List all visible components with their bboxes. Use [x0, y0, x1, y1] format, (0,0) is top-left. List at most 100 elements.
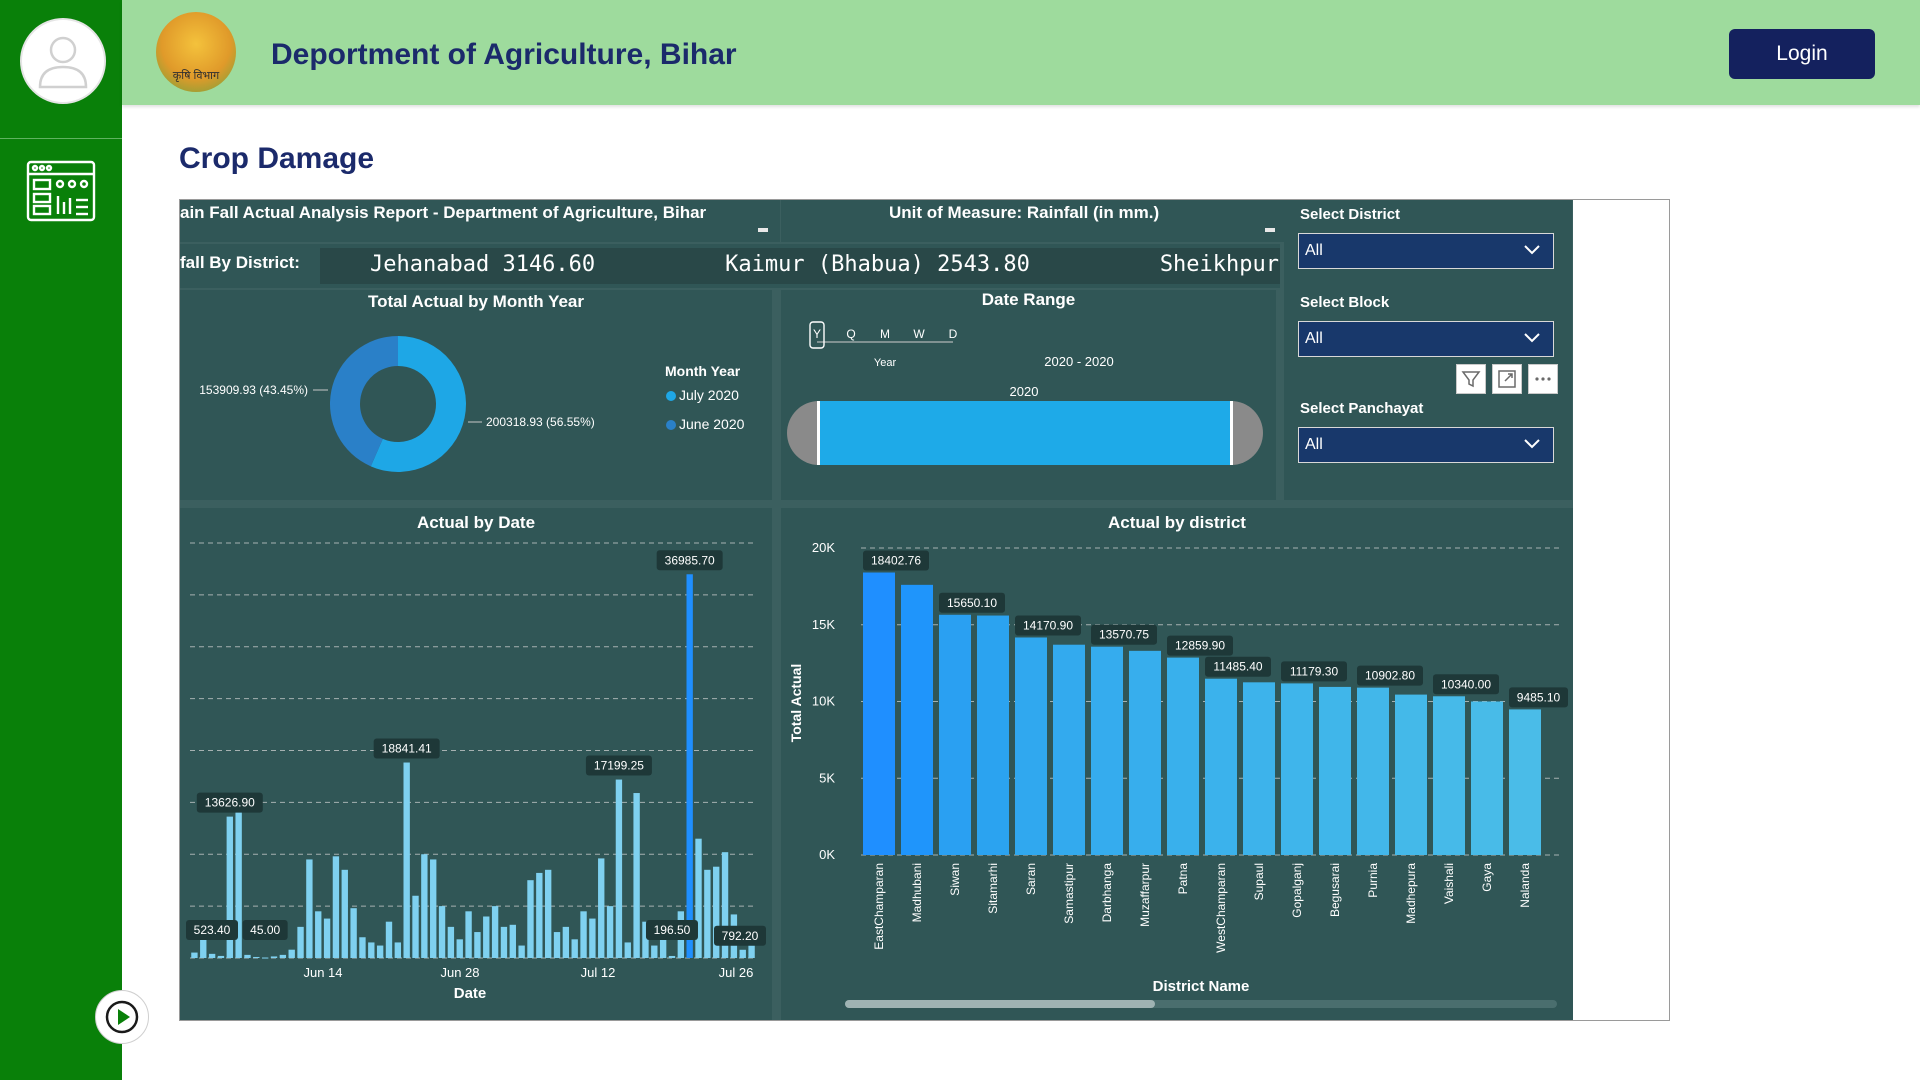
date-bar[interactable] — [695, 838, 702, 958]
district-bar[interactable] — [1053, 644, 1085, 855]
data-label: 12859.90 — [1175, 639, 1225, 653]
date-bar[interactable] — [562, 926, 570, 958]
district-bar[interactable] — [901, 584, 933, 855]
date-bar[interactable] — [244, 954, 251, 958]
granularity-option[interactable]: D — [949, 327, 958, 341]
date-bar[interactable] — [253, 956, 260, 958]
range-fill[interactable] — [819, 401, 1231, 465]
date-bar[interactable] — [368, 942, 375, 958]
district-select[interactable]: All — [1298, 233, 1554, 269]
date-bar[interactable] — [651, 945, 658, 958]
granularity-option[interactable]: Y — [813, 327, 821, 341]
legend-item[interactable]: June 2020 — [679, 416, 745, 432]
date-bar[interactable] — [465, 911, 472, 958]
date-bar[interactable] — [191, 952, 198, 958]
date-bar[interactable] — [279, 954, 287, 958]
granularity-option[interactable]: M — [880, 327, 890, 341]
legend-item[interactable]: July 2020 — [679, 387, 739, 403]
panel-minimize[interactable] — [758, 228, 768, 232]
district-bar[interactable] — [1091, 646, 1123, 855]
login-button[interactable]: Login — [1729, 29, 1875, 79]
date-bar[interactable] — [536, 872, 543, 958]
date-bar[interactable] — [606, 906, 614, 958]
district-bar[interactable] — [1205, 678, 1237, 855]
district-bar[interactable] — [1319, 686, 1351, 855]
date-bar[interactable] — [553, 932, 561, 958]
focus-mode-button[interactable] — [1492, 364, 1522, 394]
date-bar[interactable] — [315, 911, 322, 958]
more-options-button[interactable] — [1528, 364, 1558, 394]
date-bar[interactable] — [491, 906, 499, 958]
panchayat-select[interactable]: All — [1298, 427, 1554, 463]
date-bar[interactable] — [500, 926, 508, 958]
date-bar[interactable] — [474, 932, 481, 958]
district-bar[interactable] — [1015, 637, 1047, 855]
date-bar[interactable] — [624, 942, 631, 958]
block-select[interactable]: All — [1298, 321, 1554, 357]
district-bar[interactable] — [977, 615, 1009, 855]
play-button[interactable] — [95, 990, 149, 1044]
date-bar[interactable] — [483, 916, 490, 959]
district-bar[interactable] — [1129, 650, 1161, 855]
district-bar[interactable] — [1243, 682, 1275, 855]
date-bar[interactable] — [350, 908, 357, 958]
date-bar[interactable] — [306, 859, 313, 958]
date-bar[interactable] — [544, 869, 552, 958]
granularity-option[interactable]: W — [913, 327, 925, 341]
date-bar[interactable] — [589, 918, 596, 958]
date-bar[interactable] — [509, 924, 516, 958]
district-bar[interactable] — [863, 572, 895, 855]
date-bar[interactable] — [633, 793, 640, 958]
date-bar[interactable] — [288, 949, 295, 958]
district-bar[interactable] — [1433, 696, 1465, 855]
district-bar[interactable] — [1281, 683, 1313, 855]
scrollbar-thumb[interactable] — [845, 1000, 1155, 1008]
date-bar[interactable] — [394, 942, 402, 958]
user-avatar[interactable] — [20, 18, 106, 104]
date-bar[interactable] — [323, 918, 331, 958]
date-bar[interactable] — [385, 921, 393, 958]
date-bar[interactable] — [359, 937, 366, 958]
date-bar[interactable] — [421, 854, 428, 958]
date-bar[interactable] — [270, 956, 278, 958]
date-bar[interactable] — [686, 574, 693, 958]
date-bar[interactable] — [403, 762, 410, 958]
date-bar[interactable] — [571, 939, 578, 958]
filter-button[interactable] — [1456, 364, 1486, 394]
date-bar[interactable] — [261, 957, 269, 959]
date-bar[interactable] — [456, 939, 463, 958]
date-bar[interactable] — [598, 858, 605, 958]
x-axis-title: Date — [454, 985, 487, 1002]
date-bar[interactable] — [297, 926, 304, 958]
date-bar[interactable] — [412, 895, 419, 958]
date-bar[interactable] — [217, 955, 225, 958]
date-bar[interactable] — [704, 869, 711, 958]
district-bar[interactable] — [1509, 709, 1541, 855]
range-handle-end[interactable] — [1230, 401, 1233, 465]
panel-minimize[interactable] — [1265, 228, 1275, 232]
date-bar[interactable] — [668, 955, 676, 958]
date-bar[interactable] — [438, 906, 446, 958]
date-bar[interactable] — [739, 949, 746, 958]
date-bar[interactable] — [341, 869, 348, 958]
granularity-option[interactable]: Q — [846, 327, 855, 341]
district-bar[interactable] — [1167, 657, 1199, 855]
dashboard-icon[interactable] — [26, 160, 96, 222]
date-bar[interactable] — [447, 926, 455, 958]
district-bar[interactable] — [1471, 701, 1503, 856]
data-label: 196.50 — [654, 923, 691, 937]
date-bar[interactable] — [527, 880, 534, 958]
district-bar[interactable] — [1357, 687, 1389, 855]
date-bar[interactable] — [430, 859, 437, 958]
date-bar[interactable] — [376, 945, 384, 958]
y-tick-label: 10K — [812, 694, 835, 709]
date-bar[interactable] — [332, 856, 340, 958]
district-bar[interactable] — [1395, 694, 1427, 855]
range-handle-start[interactable] — [817, 401, 820, 465]
date-bar[interactable] — [518, 945, 525, 958]
date-bar[interactable] — [208, 953, 216, 958]
date-bar[interactable] — [615, 779, 623, 958]
date-range-slicer[interactable]: Y Q M W D Year 2020 - 2020 2020 — [781, 290, 1276, 500]
date-bar[interactable] — [580, 911, 587, 958]
district-bar[interactable] — [939, 614, 971, 855]
